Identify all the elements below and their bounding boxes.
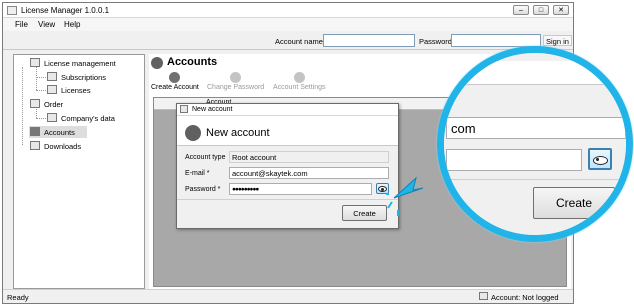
tree-item-company-data[interactable]: Company's data bbox=[61, 114, 115, 123]
tree-item-accounts[interactable]: Accounts bbox=[44, 128, 75, 137]
tree-item-downloads[interactable]: Downloads bbox=[44, 142, 81, 151]
menu-help[interactable]: Help bbox=[64, 20, 80, 29]
create-account-label: Create Account bbox=[151, 84, 199, 91]
page-title: Accounts bbox=[167, 56, 218, 68]
dialog-title: New account bbox=[192, 106, 233, 113]
add-user-icon bbox=[169, 72, 181, 83]
downloads-icon bbox=[30, 141, 40, 150]
account-name-label: Account name bbox=[275, 37, 323, 46]
zoom-magnifier: com Create bbox=[437, 46, 633, 242]
dialog-title-bar: New account bbox=[177, 104, 398, 116]
settings-user-icon bbox=[293, 72, 305, 83]
menu-view[interactable]: View bbox=[38, 20, 55, 29]
close-button[interactable]: ✕ bbox=[553, 5, 569, 15]
create-account-button[interactable]: Create Account bbox=[151, 72, 199, 91]
window-title: License Manager 1.0.0.1 bbox=[21, 6, 110, 15]
change-password-label: Change Password bbox=[207, 84, 265, 91]
password-input[interactable] bbox=[451, 34, 541, 47]
tree-item-license-management[interactable]: License management bbox=[44, 59, 116, 68]
status-ready: Ready bbox=[7, 293, 29, 302]
menu-file[interactable]: File bbox=[15, 20, 28, 29]
company-data-icon bbox=[47, 113, 57, 122]
create-button[interactable]: Create bbox=[342, 205, 387, 221]
status-account: Account: Not logged bbox=[491, 293, 559, 302]
zoom-email-field: com bbox=[446, 117, 626, 139]
zoom-email-text: com bbox=[451, 121, 476, 136]
tree-item-subscriptions[interactable]: Subscriptions bbox=[61, 73, 106, 82]
password-label-dialog: Password * bbox=[185, 186, 221, 193]
email-label: E-mail * bbox=[185, 170, 210, 177]
home-icon bbox=[30, 58, 40, 67]
minimize-button[interactable]: – bbox=[513, 5, 529, 15]
users-icon bbox=[30, 127, 40, 136]
new-user-icon bbox=[185, 125, 201, 141]
password-label: Password bbox=[419, 37, 452, 46]
menu-bar: File View Help bbox=[3, 18, 573, 31]
status-bar: Ready Account: Not logged bbox=[3, 289, 573, 303]
zoom-create-button: Create bbox=[533, 187, 615, 219]
change-password-button[interactable]: Change Password bbox=[207, 72, 264, 91]
title-bar: License Manager 1.0.0.1 – □ ✕ bbox=[3, 3, 573, 18]
account-type-field: Root account bbox=[229, 151, 389, 163]
accounts-icon bbox=[151, 57, 163, 69]
navigation-tree: License management Subscriptions License… bbox=[13, 54, 145, 289]
licenses-icon bbox=[47, 85, 57, 94]
cart-icon bbox=[30, 99, 40, 108]
tree-item-licenses[interactable]: Licenses bbox=[61, 86, 91, 95]
login-bar: Account name Password Sign in bbox=[3, 32, 573, 50]
user-status-icon bbox=[479, 292, 488, 300]
email-field[interactable]: account@skaytek.com bbox=[229, 167, 389, 179]
app-icon bbox=[7, 6, 17, 15]
maximize-button[interactable]: □ bbox=[533, 5, 549, 15]
password-field[interactable]: ●●●●●●●●● bbox=[229, 183, 372, 195]
dialog-header: New account bbox=[177, 116, 398, 146]
dialog-divider bbox=[177, 199, 398, 200]
new-account-dialog: New account New account Account type Roo… bbox=[176, 103, 399, 229]
account-type-label: Account type bbox=[185, 154, 226, 161]
account-settings-button[interactable]: Account Settings bbox=[273, 72, 326, 91]
subscriptions-icon bbox=[47, 72, 57, 81]
account-name-input[interactable] bbox=[323, 34, 415, 47]
click-pointer-icon bbox=[386, 176, 424, 216]
dialog-heading: New account bbox=[206, 127, 270, 139]
key-user-icon bbox=[230, 72, 242, 83]
dialog-icon bbox=[180, 105, 188, 113]
account-settings-label: Account Settings bbox=[273, 84, 326, 91]
zoom-password-field bbox=[446, 149, 582, 171]
tree-item-order[interactable]: Order bbox=[44, 100, 63, 109]
zoom-show-password-button bbox=[588, 148, 612, 170]
sign-in-button[interactable]: Sign in bbox=[543, 35, 572, 46]
zoom-eye-icon bbox=[592, 156, 608, 165]
